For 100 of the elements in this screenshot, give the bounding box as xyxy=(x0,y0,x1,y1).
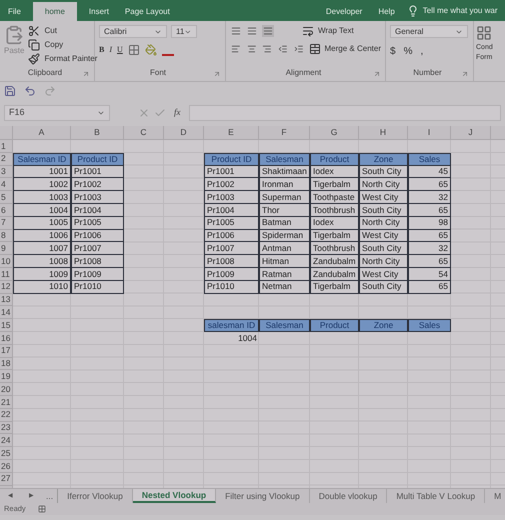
row-header[interactable]: 18 xyxy=(0,358,13,370)
ribbon-tab[interactable]: Help xyxy=(370,2,403,21)
column-header[interactable]: J xyxy=(451,126,491,140)
number-format-dropdown[interactable]: General xyxy=(390,25,468,38)
table-cell: 65 xyxy=(408,178,451,192)
row-header[interactable]: 1 xyxy=(0,140,13,153)
row-header[interactable]: 13 xyxy=(0,294,13,306)
increase-indent-icon[interactable] xyxy=(292,43,305,55)
table-cell: Hitman xyxy=(259,255,310,268)
table-cell: 32 xyxy=(408,242,451,256)
row-header[interactable]: 16 xyxy=(0,332,13,345)
copy-button[interactable]: Copy xyxy=(28,39,98,51)
table-cell: Toothbrush xyxy=(310,204,359,217)
ribbon-tab[interactable]: Page Layout xyxy=(116,2,178,21)
table-header-cell: Product ID xyxy=(204,152,259,166)
align-center-icon[interactable] xyxy=(246,43,258,55)
italic-button[interactable]: I xyxy=(109,44,112,56)
format-painter-button[interactable]: Format Painter xyxy=(28,53,98,65)
column-header[interactable]: H xyxy=(359,126,408,140)
ribbon-tab[interactable]: File xyxy=(0,2,29,21)
sheet-tab[interactable]: Nested Vlookup xyxy=(132,489,216,503)
row-header[interactable]: 24 xyxy=(0,434,13,448)
table-cell: Pr1006 xyxy=(71,230,124,242)
row-header[interactable]: 6 xyxy=(0,204,13,217)
ribbon-tab[interactable]: Insert xyxy=(80,2,117,21)
row-header[interactable]: 10 xyxy=(0,255,13,268)
row-header[interactable]: 5 xyxy=(0,191,13,204)
row-header[interactable]: 9 xyxy=(0,242,13,256)
column-header[interactable]: D xyxy=(164,126,204,140)
table-cell: Shaktimaan xyxy=(259,166,310,178)
dialog-launcher-icon[interactable] xyxy=(213,70,221,78)
table-cell: Pr1008 xyxy=(204,255,259,268)
row-header[interactable]: 26 xyxy=(0,460,13,473)
row-header[interactable]: 21 xyxy=(0,396,13,409)
row-header[interactable]: 23 xyxy=(0,422,13,434)
merge-center-button[interactable]: Merge & Center xyxy=(308,43,381,55)
decrease-indent-icon[interactable] xyxy=(277,43,289,55)
font-size-dropdown[interactable]: 11 xyxy=(171,25,197,38)
table-cell: 65 xyxy=(408,204,451,217)
dialog-launcher-icon[interactable] xyxy=(82,70,90,78)
column-header[interactable]: C xyxy=(124,126,164,140)
row-header[interactable]: 11 xyxy=(0,268,13,281)
save-icon[interactable] xyxy=(4,85,16,97)
row-header[interactable]: 14 xyxy=(0,306,13,320)
row-header[interactable]: 12 xyxy=(0,280,13,294)
row-header[interactable]: 3 xyxy=(0,166,13,178)
table-cell: Pr1001 xyxy=(71,166,124,178)
column-header[interactable]: A xyxy=(13,126,71,140)
row-header[interactable]: 2 xyxy=(0,152,13,166)
table-cell: 65 xyxy=(408,230,451,242)
ribbon-tab[interactable]: Developer xyxy=(318,2,370,21)
table-cell: West City xyxy=(359,268,408,281)
column-header[interactable]: E xyxy=(204,126,259,140)
align-top-icon[interactable] xyxy=(230,25,242,37)
align-bottom-icon[interactable] xyxy=(262,25,274,37)
row-header[interactable]: 17 xyxy=(0,344,13,358)
row-header[interactable]: 7 xyxy=(0,216,13,230)
percent-button[interactable]: % xyxy=(404,44,412,59)
table-header-cell: Salesman xyxy=(259,319,310,332)
row-header[interactable]: 15 xyxy=(0,319,13,332)
fill-color-icon[interactable] xyxy=(144,44,157,56)
table-header-cell: Zone xyxy=(359,152,408,166)
comma-button[interactable]: , xyxy=(420,44,424,59)
row-header[interactable]: 25 xyxy=(0,447,13,460)
table-header-cell: salesman ID xyxy=(204,319,259,332)
row-header[interactable]: 27 xyxy=(0,472,13,486)
row-header[interactable]: 22 xyxy=(0,408,13,422)
column-header[interactable]: F xyxy=(259,126,310,140)
table-header-cell: Sales xyxy=(408,319,451,332)
table-cell: 54 xyxy=(408,268,451,281)
row-header[interactable]: 19 xyxy=(0,370,13,384)
undo-icon[interactable] xyxy=(24,85,36,97)
table-header-cell: Zone xyxy=(359,319,408,332)
column-header[interactable]: B xyxy=(71,126,124,140)
conditional-formatting-icon[interactable] xyxy=(476,25,492,41)
column-header[interactable]: G xyxy=(310,126,359,140)
column-header[interactable]: I xyxy=(408,126,451,140)
table-cell: 1007 xyxy=(13,242,71,256)
underline-button[interactable]: U xyxy=(117,44,123,56)
group-label: Number xyxy=(413,67,442,79)
insert-function-button[interactable]: fx xyxy=(174,106,180,120)
row-header[interactable]: 8 xyxy=(0,230,13,242)
caret-icon xyxy=(97,109,105,117)
align-left-icon[interactable] xyxy=(230,43,242,55)
align-middle-icon[interactable] xyxy=(246,25,258,37)
dialog-launcher-icon[interactable] xyxy=(373,70,381,78)
bold-button[interactable]: B xyxy=(99,44,104,56)
borders-icon[interactable] xyxy=(128,44,140,56)
align-right-icon[interactable] xyxy=(261,43,274,55)
row-header[interactable]: 20 xyxy=(0,383,13,396)
wrap-text-button[interactable]: Wrap Text xyxy=(302,25,354,37)
currency-button[interactable]: $ xyxy=(390,44,396,59)
cut-button[interactable]: Cut xyxy=(28,25,98,37)
font-name-dropdown[interactable]: Calibri xyxy=(99,25,167,38)
name-box[interactable]: F16 xyxy=(4,105,110,121)
ribbon-tab[interactable]: home xyxy=(32,2,77,21)
row-header[interactable]: 4 xyxy=(0,178,13,192)
dialog-launcher-icon[interactable] xyxy=(461,70,469,78)
tell-me-field[interactable]: Tell me what you war xyxy=(422,5,498,17)
table-header-cell: Salesman ID xyxy=(13,152,71,166)
